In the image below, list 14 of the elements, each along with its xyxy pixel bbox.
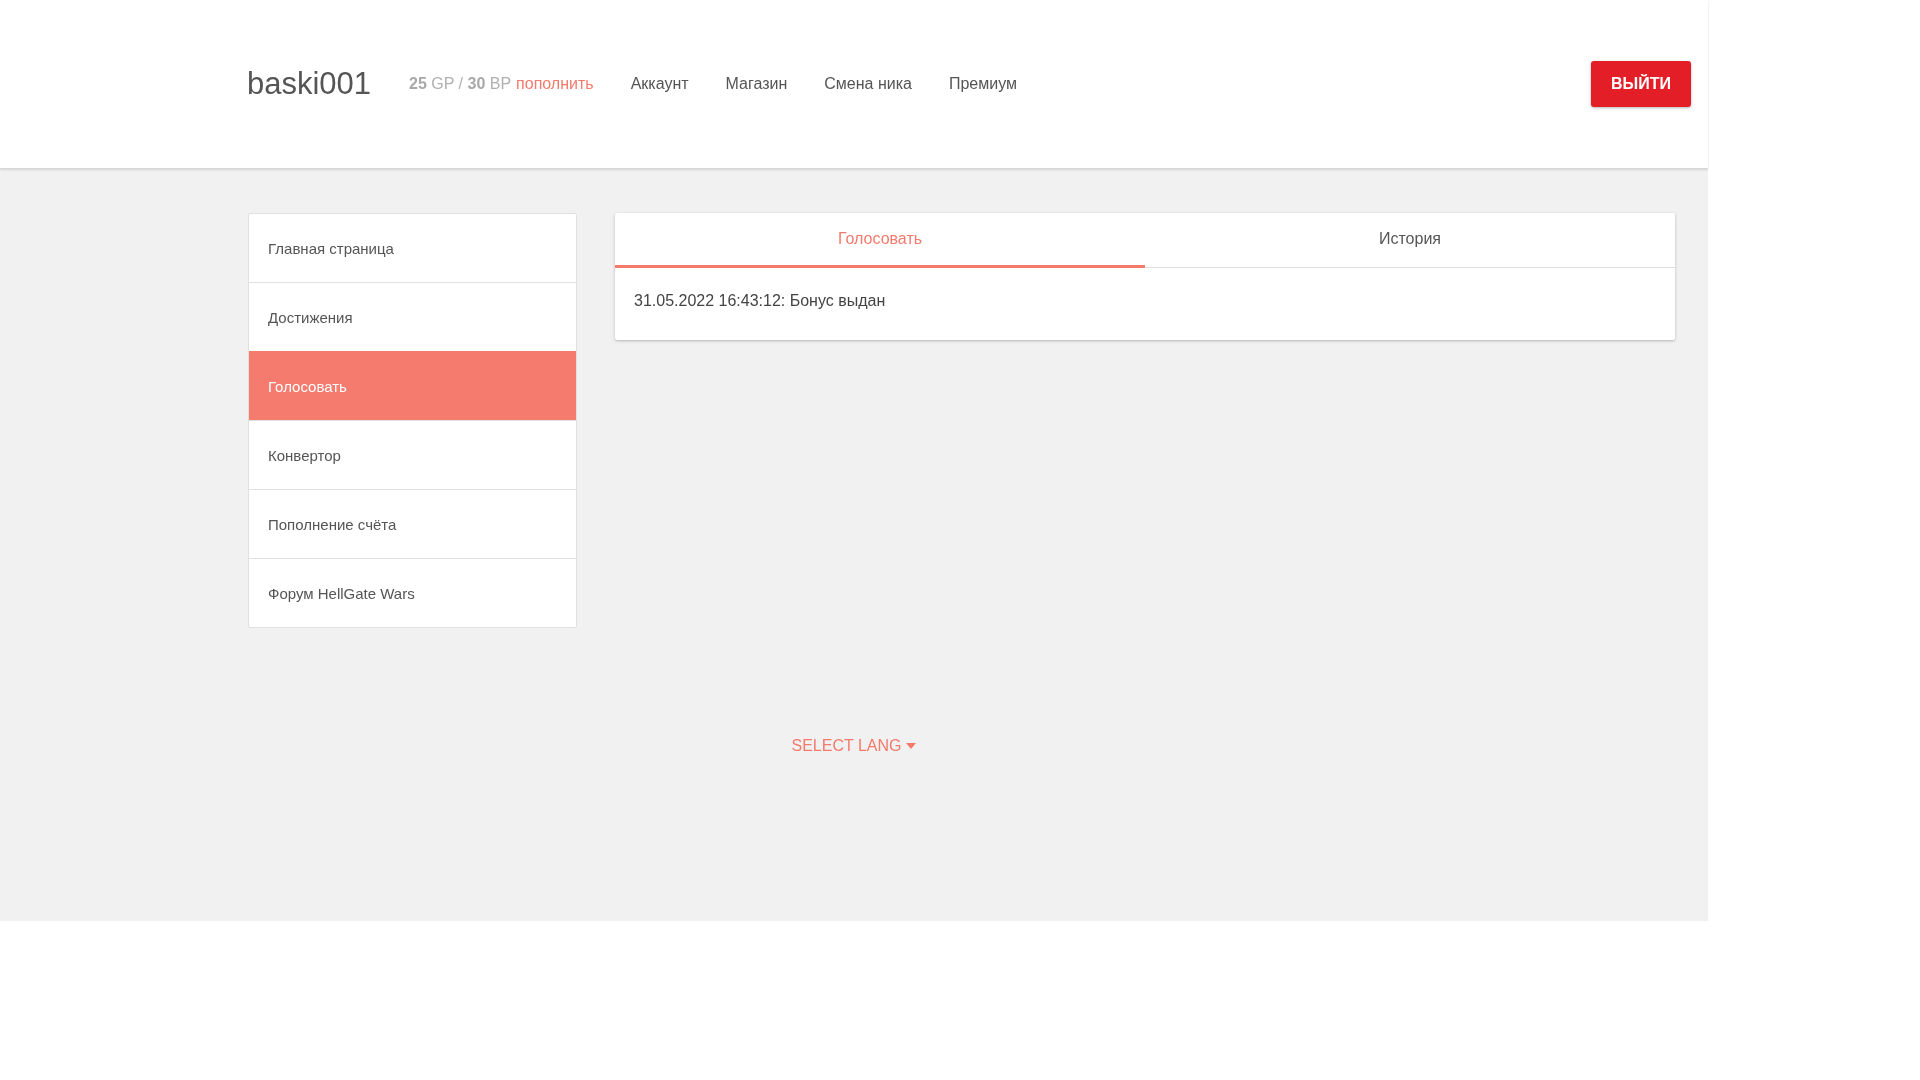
username: baski001: [247, 66, 372, 102]
nav-link[interactable]: Смена ника: [824, 75, 912, 93]
sidebar-item[interactable]: Форум HellGate Wars: [249, 558, 576, 627]
nav-link[interactable]: Премиум: [948, 75, 1017, 93]
logout-button[interactable]: ВЫЙТИ: [1591, 61, 1691, 107]
sidebar-item[interactable]: Конвертор: [249, 420, 576, 489]
tab[interactable]: История: [1145, 213, 1675, 268]
nav-link[interactable]: Аккаунт: [630, 75, 689, 93]
caret-icon: [906, 743, 917, 749]
balance-text: 25 GP / 30 BP: [409, 75, 512, 93]
nav-link[interactable]: Магазин: [725, 75, 788, 93]
log-entry: 31.05.2022 16:43:12: Бонус выдан: [634, 292, 887, 310]
sidebar-item[interactable]: Главная страница: [249, 214, 576, 282]
sidebar-item[interactable]: Пополнение счёта: [249, 489, 576, 558]
